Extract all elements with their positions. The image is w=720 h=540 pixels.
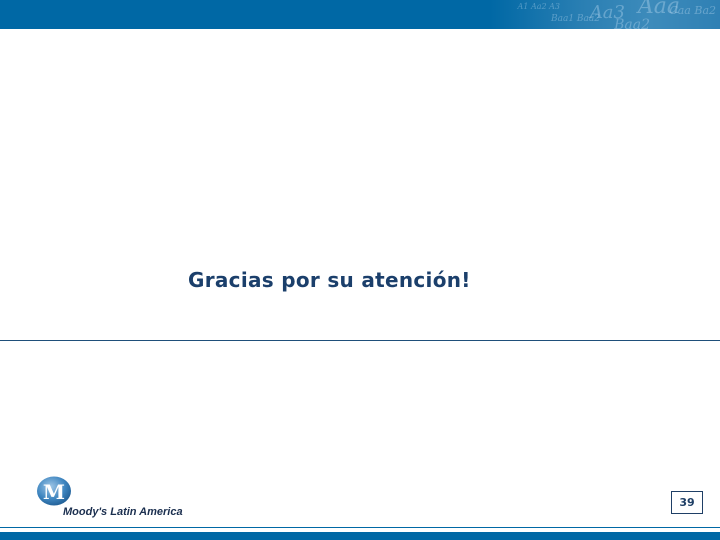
logo-letter: M (43, 480, 65, 504)
slide-title: Gracias por su atención! (188, 268, 471, 292)
company-logo: M Moody's Latin America (36, 476, 206, 522)
footer-bar (0, 532, 720, 540)
divider-line (0, 340, 720, 341)
moodys-logo-icon: M (37, 476, 71, 506)
footer-line (0, 527, 720, 528)
company-name: Moody's Latin America (63, 506, 183, 518)
page-number: 39 (671, 491, 703, 514)
header-bar: Aaa Aa3 Caa Ba2 Baa1 Baa2 Baa2 A1 Aa2 A3 (0, 0, 720, 29)
slide: Aaa Aa3 Caa Ba2 Baa1 Baa2 Baa2 A1 Aa2 A3… (0, 0, 720, 540)
header-texture: Aaa Aa3 Caa Ba2 Baa1 Baa2 Baa2 A1 Aa2 A3 (490, 0, 720, 29)
